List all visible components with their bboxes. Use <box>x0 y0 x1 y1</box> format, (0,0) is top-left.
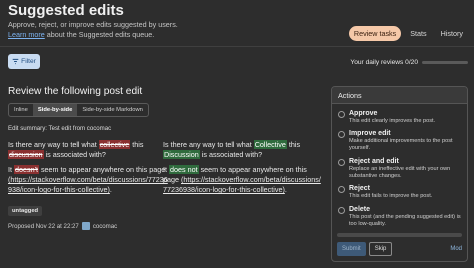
action-label: Approve <box>349 110 378 117</box>
mod-link[interactable]: Mod <box>450 246 462 252</box>
learn-more-rest: about the Suggested edits queue. <box>44 30 155 39</box>
filter-label: Filter <box>21 58 36 65</box>
tab-review-tasks[interactable]: Review tasks <box>348 26 402 41</box>
page-subtitle: Approve, reject, or improve edits sugges… <box>8 20 178 29</box>
review-title: Review the following post edit <box>8 86 143 97</box>
learn-more-link[interactable]: Learn more <box>8 30 45 39</box>
view-tabs: Inline Side-by-side Side-by-side Markdow… <box>8 103 149 117</box>
text-span: this <box>286 140 301 149</box>
daily-reviews-progress <box>422 61 468 64</box>
action-label: Reject and edit <box>349 158 399 165</box>
top-tabs: Review tasks Stats History <box>348 26 468 41</box>
radio-delete[interactable] <box>338 207 345 214</box>
page-title: Suggested edits <box>8 2 124 19</box>
deleted-text: doesn't <box>14 165 39 174</box>
text-span: is associated with? <box>199 150 263 159</box>
edited-paragraph-1: Is there any way to tell what Collective… <box>163 140 323 160</box>
action-label: Reject <box>349 185 371 192</box>
action-label: Improve edit <box>349 130 391 137</box>
avatar[interactable] <box>81 222 90 230</box>
deleted-text: discussion <box>8 150 44 159</box>
original-paragraph-1: Is there any way to tell what collective… <box>8 140 168 160</box>
tab-history[interactable]: History <box>436 26 468 41</box>
filter-button[interactable]: Filter <box>8 54 40 69</box>
edit-summary: Edit summary: Test edit from cocomac <box>8 125 112 132</box>
post-link[interactable]: (https://stackoverflow.com/beta/discussi… <box>8 175 168 194</box>
action-improve-edit[interactable]: Improve edit Make additional improvements… <box>338 130 464 152</box>
action-desc: Make additional improvements to the post… <box>349 138 453 151</box>
inserted-text: Collective <box>253 140 287 149</box>
edited-paragraph-2: It does not seem to appear anywhere on t… <box>163 165 323 195</box>
radio-reject[interactable] <box>338 186 345 193</box>
post-link[interactable]: (https://stackoverflow.com/beta/discussi… <box>163 175 321 194</box>
radio-reject-and-edit[interactable] <box>338 159 345 166</box>
text-span: . <box>284 185 287 194</box>
text-span: Is there any way to tell what <box>8 140 99 149</box>
action-desc: This edit fails to improve the post. <box>349 193 433 199</box>
text-span: is associated with? <box>43 150 106 159</box>
inserted-text: does not <box>169 165 199 174</box>
inserted-text: Discussion <box>163 150 200 159</box>
radio-improve-edit[interactable] <box>338 131 345 138</box>
text-span: Is there any way to tell what <box>163 140 254 149</box>
action-desc: This post (and the pending suggested edi… <box>349 214 461 227</box>
radio-approve[interactable] <box>338 111 345 118</box>
horizontal-scrollbar[interactable] <box>337 233 462 237</box>
action-reject-and-edit[interactable]: Reject and edit Replace an ineffective ed… <box>338 158 464 180</box>
tag-untagged[interactable]: untagged <box>8 206 43 216</box>
action-desc: Replace an ineffective edit with your ow… <box>349 166 451 179</box>
action-approve[interactable]: Approve This edit clearly improves the po… <box>338 110 435 125</box>
divider <box>0 46 474 47</box>
actions-panel: Actions Approve This edit clearly improve… <box>331 86 468 262</box>
submit-button[interactable]: Submit <box>337 242 366 256</box>
original-post: Is there any way to tell what collective… <box>8 140 168 200</box>
tab-side-by-side-markdown[interactable]: Side-by-side Markdown <box>77 104 148 116</box>
action-label: Delete <box>349 206 371 213</box>
skip-button[interactable]: Skip <box>368 242 393 256</box>
daily-reviews: Your daily reviews 0/20 <box>350 59 468 66</box>
edited-post: Is there any way to tell what Collective… <box>163 140 323 200</box>
learn-more-text: Learn more about the Suggested edits que… <box>8 30 154 39</box>
deleted-text: collective <box>98 140 131 149</box>
actions-title: Actions <box>332 87 467 104</box>
proposed-user[interactable]: cocomac <box>93 223 117 230</box>
tab-inline[interactable]: Inline <box>9 104 33 116</box>
action-reject[interactable]: Reject This edit fails to improve the pos… <box>338 185 432 200</box>
tab-stats[interactable]: Stats <box>405 26 431 41</box>
text-span: . <box>109 185 112 194</box>
action-delete[interactable]: Delete This post (and the pending suggest… <box>338 206 464 228</box>
action-buttons: Submit Skip Mod <box>337 242 462 256</box>
action-desc: This edit clearly improves the post. <box>349 118 436 124</box>
tab-side-by-side[interactable]: Side-by-side <box>32 104 78 116</box>
proposed-info: Proposed Nov 22 at 22:27 cocomac <box>8 222 117 230</box>
filter-icon <box>12 58 19 65</box>
original-paragraph-2: It doesn't seem to appear anywhere on th… <box>8 165 168 195</box>
text-span: this <box>130 140 144 149</box>
text-span: seem to appear anywhere on this page <box>38 165 166 174</box>
daily-reviews-label: Your daily reviews 0/20 <box>350 59 418 66</box>
proposed-date: Proposed Nov 22 at 22:27 <box>8 222 79 230</box>
